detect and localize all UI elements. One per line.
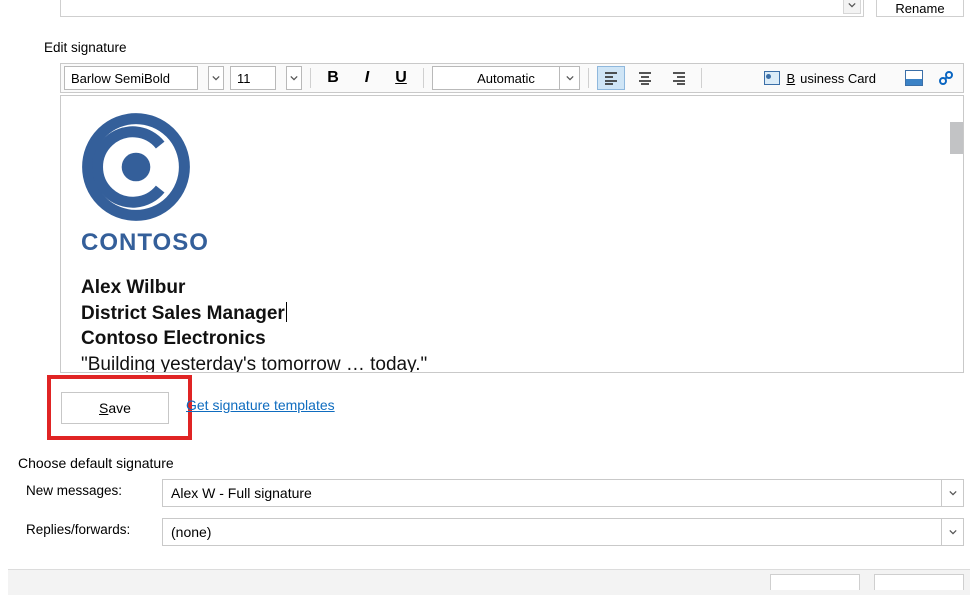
business-card-label: usiness Card — [800, 71, 876, 86]
contoso-logo-icon — [81, 112, 191, 222]
business-card-button[interactable]: Business Card — [753, 70, 887, 87]
rename-button[interactable]: Rename — [876, 0, 964, 17]
signature-editor[interactable]: CONTOSO Alex Wilbur District Sales Manag… — [60, 95, 964, 373]
font-family-dropdown[interactable] — [208, 66, 224, 90]
replies-forwards-value: (none) — [171, 524, 211, 540]
link-icon — [937, 69, 955, 87]
chevron-down-icon[interactable] — [941, 519, 963, 545]
edit-signature-label: Edit signature — [44, 40, 127, 55]
save-button[interactable]: Save — [61, 392, 169, 424]
signature-title: District Sales Manager — [81, 303, 285, 324]
align-center-button[interactable] — [631, 66, 659, 90]
font-color-value: Automatic — [477, 71, 535, 86]
underline-button[interactable]: U — [387, 66, 415, 90]
footer-button[interactable] — [874, 574, 964, 590]
signature-tagline: "Building yesterday's tomorrow … today." — [81, 352, 943, 373]
formatting-toolbar: Barlow SemiBold 11 B I U Automatic — [60, 63, 964, 93]
font-family-select[interactable]: Barlow SemiBold — [64, 66, 198, 90]
font-color-select[interactable]: Automatic — [432, 66, 580, 90]
chevron-down-icon[interactable] — [843, 0, 861, 14]
insert-image-button[interactable] — [900, 69, 928, 87]
new-messages-value: Alex W - Full signature — [171, 485, 312, 501]
bold-button[interactable]: B — [319, 66, 347, 90]
image-icon — [905, 70, 923, 86]
font-family-value: Barlow SemiBold — [71, 71, 170, 86]
scrollbar-thumb[interactable] — [950, 122, 963, 154]
separator — [423, 68, 424, 88]
insert-link-button[interactable] — [932, 68, 960, 88]
replies-forwards-select[interactable]: (none) — [162, 518, 964, 546]
chevron-down-icon[interactable] — [559, 67, 579, 89]
choose-default-label: Choose default signature — [18, 455, 174, 471]
signature-name: Alex Wilbur — [81, 275, 943, 301]
italic-button[interactable]: I — [353, 66, 381, 90]
text-caret — [286, 302, 287, 322]
font-size-dropdown[interactable] — [286, 66, 302, 90]
align-left-button[interactable] — [597, 66, 625, 90]
contoso-logo-text: CONTOSO — [81, 229, 943, 257]
font-size-select[interactable]: 11 — [230, 66, 276, 90]
dialog-footer — [8, 569, 970, 595]
font-size-value: 11 — [237, 71, 251, 86]
new-messages-label: New messages: — [26, 483, 122, 498]
new-messages-select[interactable]: Alex W - Full signature — [162, 479, 964, 507]
align-right-button[interactable] — [665, 66, 693, 90]
separator — [588, 68, 589, 88]
separator — [310, 68, 311, 88]
chevron-down-icon[interactable] — [941, 480, 963, 506]
card-icon — [764, 71, 780, 85]
signature-company: Contoso Electronics — [81, 326, 943, 352]
signature-list-combo[interactable] — [60, 0, 864, 17]
get-templates-link[interactable]: Get signature templates — [186, 397, 335, 413]
save-label-rest: ave — [108, 400, 131, 416]
replies-forwards-label: Replies/forwards: — [26, 522, 130, 537]
separator — [701, 68, 702, 88]
footer-button[interactable] — [770, 574, 860, 590]
